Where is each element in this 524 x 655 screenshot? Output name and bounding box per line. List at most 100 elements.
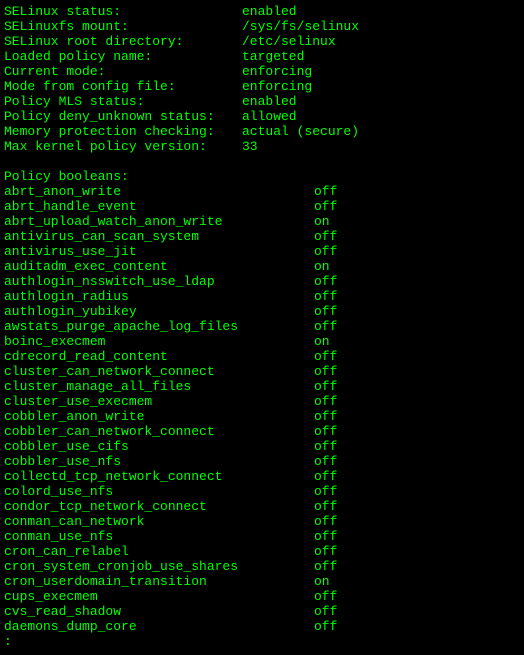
boolean-line: authlogin_radiusoff	[4, 289, 520, 304]
boolean-line: cups_execmemoff	[4, 589, 520, 604]
boolean-line: daemons_dump_coreoff	[4, 619, 520, 634]
status-value: enforcing	[204, 64, 312, 79]
boolean-name: cvs_read_shadow	[4, 604, 314, 619]
status-value: actual (secure)	[204, 124, 359, 139]
boolean-name: antivirus_use_jit	[4, 244, 314, 259]
boolean-name: cron_can_relabel	[4, 544, 314, 559]
status-label: Policy deny_unknown status:	[4, 109, 204, 124]
boolean-name: authlogin_radius	[4, 289, 314, 304]
boolean-value: off	[314, 604, 337, 619]
boolean-name: abrt_upload_watch_anon_write	[4, 214, 314, 229]
status-label: SELinux status:	[4, 4, 204, 19]
boolean-name: condor_tcp_network_connect	[4, 499, 314, 514]
status-value: enabled	[204, 4, 297, 19]
boolean-line: cron_system_cronjob_use_sharesoff	[4, 559, 520, 574]
boolean-line: boinc_execmemon	[4, 334, 520, 349]
boolean-line: authlogin_nsswitch_use_ldapoff	[4, 274, 520, 289]
status-value: /etc/selinux	[204, 34, 336, 49]
boolean-name: authlogin_yubikey	[4, 304, 314, 319]
status-label: Memory protection checking:	[4, 124, 204, 139]
pager-prompt[interactable]: :	[4, 634, 520, 649]
boolean-value: off	[314, 304, 337, 319]
boolean-line: cdrecord_read_contentoff	[4, 349, 520, 364]
boolean-value: off	[314, 499, 337, 514]
boolean-value: off	[314, 559, 337, 574]
boolean-value: off	[314, 229, 337, 244]
boolean-value: off	[314, 589, 337, 604]
status-label: SELinux root directory:	[4, 34, 204, 49]
boolean-value: off	[314, 484, 337, 499]
boolean-value: off	[314, 529, 337, 544]
boolean-name: authlogin_nsswitch_use_ldap	[4, 274, 314, 289]
boolean-name: auditadm_exec_content	[4, 259, 314, 274]
boolean-name: cluster_can_network_connect	[4, 364, 314, 379]
status-line: Current mode:enforcing	[4, 64, 520, 79]
boolean-value: off	[314, 394, 337, 409]
status-line: Policy MLS status:enabled	[4, 94, 520, 109]
status-label: Max kernel policy version:	[4, 139, 204, 154]
boolean-line: conman_can_networkoff	[4, 514, 520, 529]
boolean-line: cluster_manage_all_filesoff	[4, 379, 520, 394]
boolean-name: cups_execmem	[4, 589, 314, 604]
boolean-name: cobbler_anon_write	[4, 409, 314, 424]
boolean-name: cdrecord_read_content	[4, 349, 314, 364]
boolean-value: on	[314, 214, 330, 229]
status-value: 33	[204, 139, 258, 154]
boolean-line: condor_tcp_network_connectoff	[4, 499, 520, 514]
boolean-line: conman_use_nfsoff	[4, 529, 520, 544]
boolean-line: abrt_anon_writeoff	[4, 184, 520, 199]
boolean-value: off	[314, 274, 337, 289]
boolean-line: authlogin_yubikeyoff	[4, 304, 520, 319]
boolean-value: on	[314, 259, 330, 274]
boolean-name: cobbler_can_network_connect	[4, 424, 314, 439]
boolean-line: cluster_use_execmemoff	[4, 394, 520, 409]
boolean-line: cron_userdomain_transitionon	[4, 574, 520, 589]
status-value: targeted	[204, 49, 304, 64]
boolean-name: collectd_tcp_network_connect	[4, 469, 314, 484]
boolean-name: daemons_dump_core	[4, 619, 314, 634]
boolean-line: auditadm_exec_contenton	[4, 259, 520, 274]
boolean-value: off	[314, 184, 337, 199]
boolean-value: off	[314, 514, 337, 529]
status-value: enforcing	[204, 79, 312, 94]
boolean-value: off	[314, 409, 337, 424]
boolean-name: cluster_manage_all_files	[4, 379, 314, 394]
boolean-line: antivirus_can_scan_systemoff	[4, 229, 520, 244]
boolean-name: conman_use_nfs	[4, 529, 314, 544]
boolean-value: off	[314, 454, 337, 469]
status-line: SELinux root directory:/etc/selinux	[4, 34, 520, 49]
selinux-status-block: SELinux status:enabledSELinuxfs mount:/s…	[4, 4, 520, 154]
boolean-line: cluster_can_network_connectoff	[4, 364, 520, 379]
boolean-value: on	[314, 574, 330, 589]
boolean-line: collectd_tcp_network_connectoff	[4, 469, 520, 484]
boolean-value: off	[314, 349, 337, 364]
policy-booleans-header: Policy booleans:	[4, 169, 520, 184]
boolean-line: cvs_read_shadowoff	[4, 604, 520, 619]
boolean-line: abrt_handle_eventoff	[4, 199, 520, 214]
status-line: SELinux status:enabled	[4, 4, 520, 19]
status-value: enabled	[204, 94, 297, 109]
status-value: allowed	[204, 109, 297, 124]
boolean-value: off	[314, 244, 337, 259]
boolean-value: off	[314, 199, 337, 214]
status-label: Policy MLS status:	[4, 94, 204, 109]
boolean-value: off	[314, 544, 337, 559]
status-label: SELinuxfs mount:	[4, 19, 204, 34]
boolean-name: conman_can_network	[4, 514, 314, 529]
boolean-value: off	[314, 379, 337, 394]
boolean-name: awstats_purge_apache_log_files	[4, 319, 314, 334]
status-line: Loaded policy name:targeted	[4, 49, 520, 64]
status-label: Loaded policy name:	[4, 49, 204, 64]
boolean-value: off	[314, 319, 337, 334]
boolean-value: on	[314, 334, 330, 349]
status-label: Current mode:	[4, 64, 204, 79]
boolean-name: abrt_handle_event	[4, 199, 314, 214]
boolean-name: antivirus_can_scan_system	[4, 229, 314, 244]
boolean-value: off	[314, 289, 337, 304]
boolean-name: cobbler_use_nfs	[4, 454, 314, 469]
boolean-line: cobbler_use_cifsoff	[4, 439, 520, 454]
boolean-value: off	[314, 619, 337, 634]
boolean-name: cobbler_use_cifs	[4, 439, 314, 454]
boolean-name: colord_use_nfs	[4, 484, 314, 499]
status-line: Max kernel policy version:33	[4, 139, 520, 154]
